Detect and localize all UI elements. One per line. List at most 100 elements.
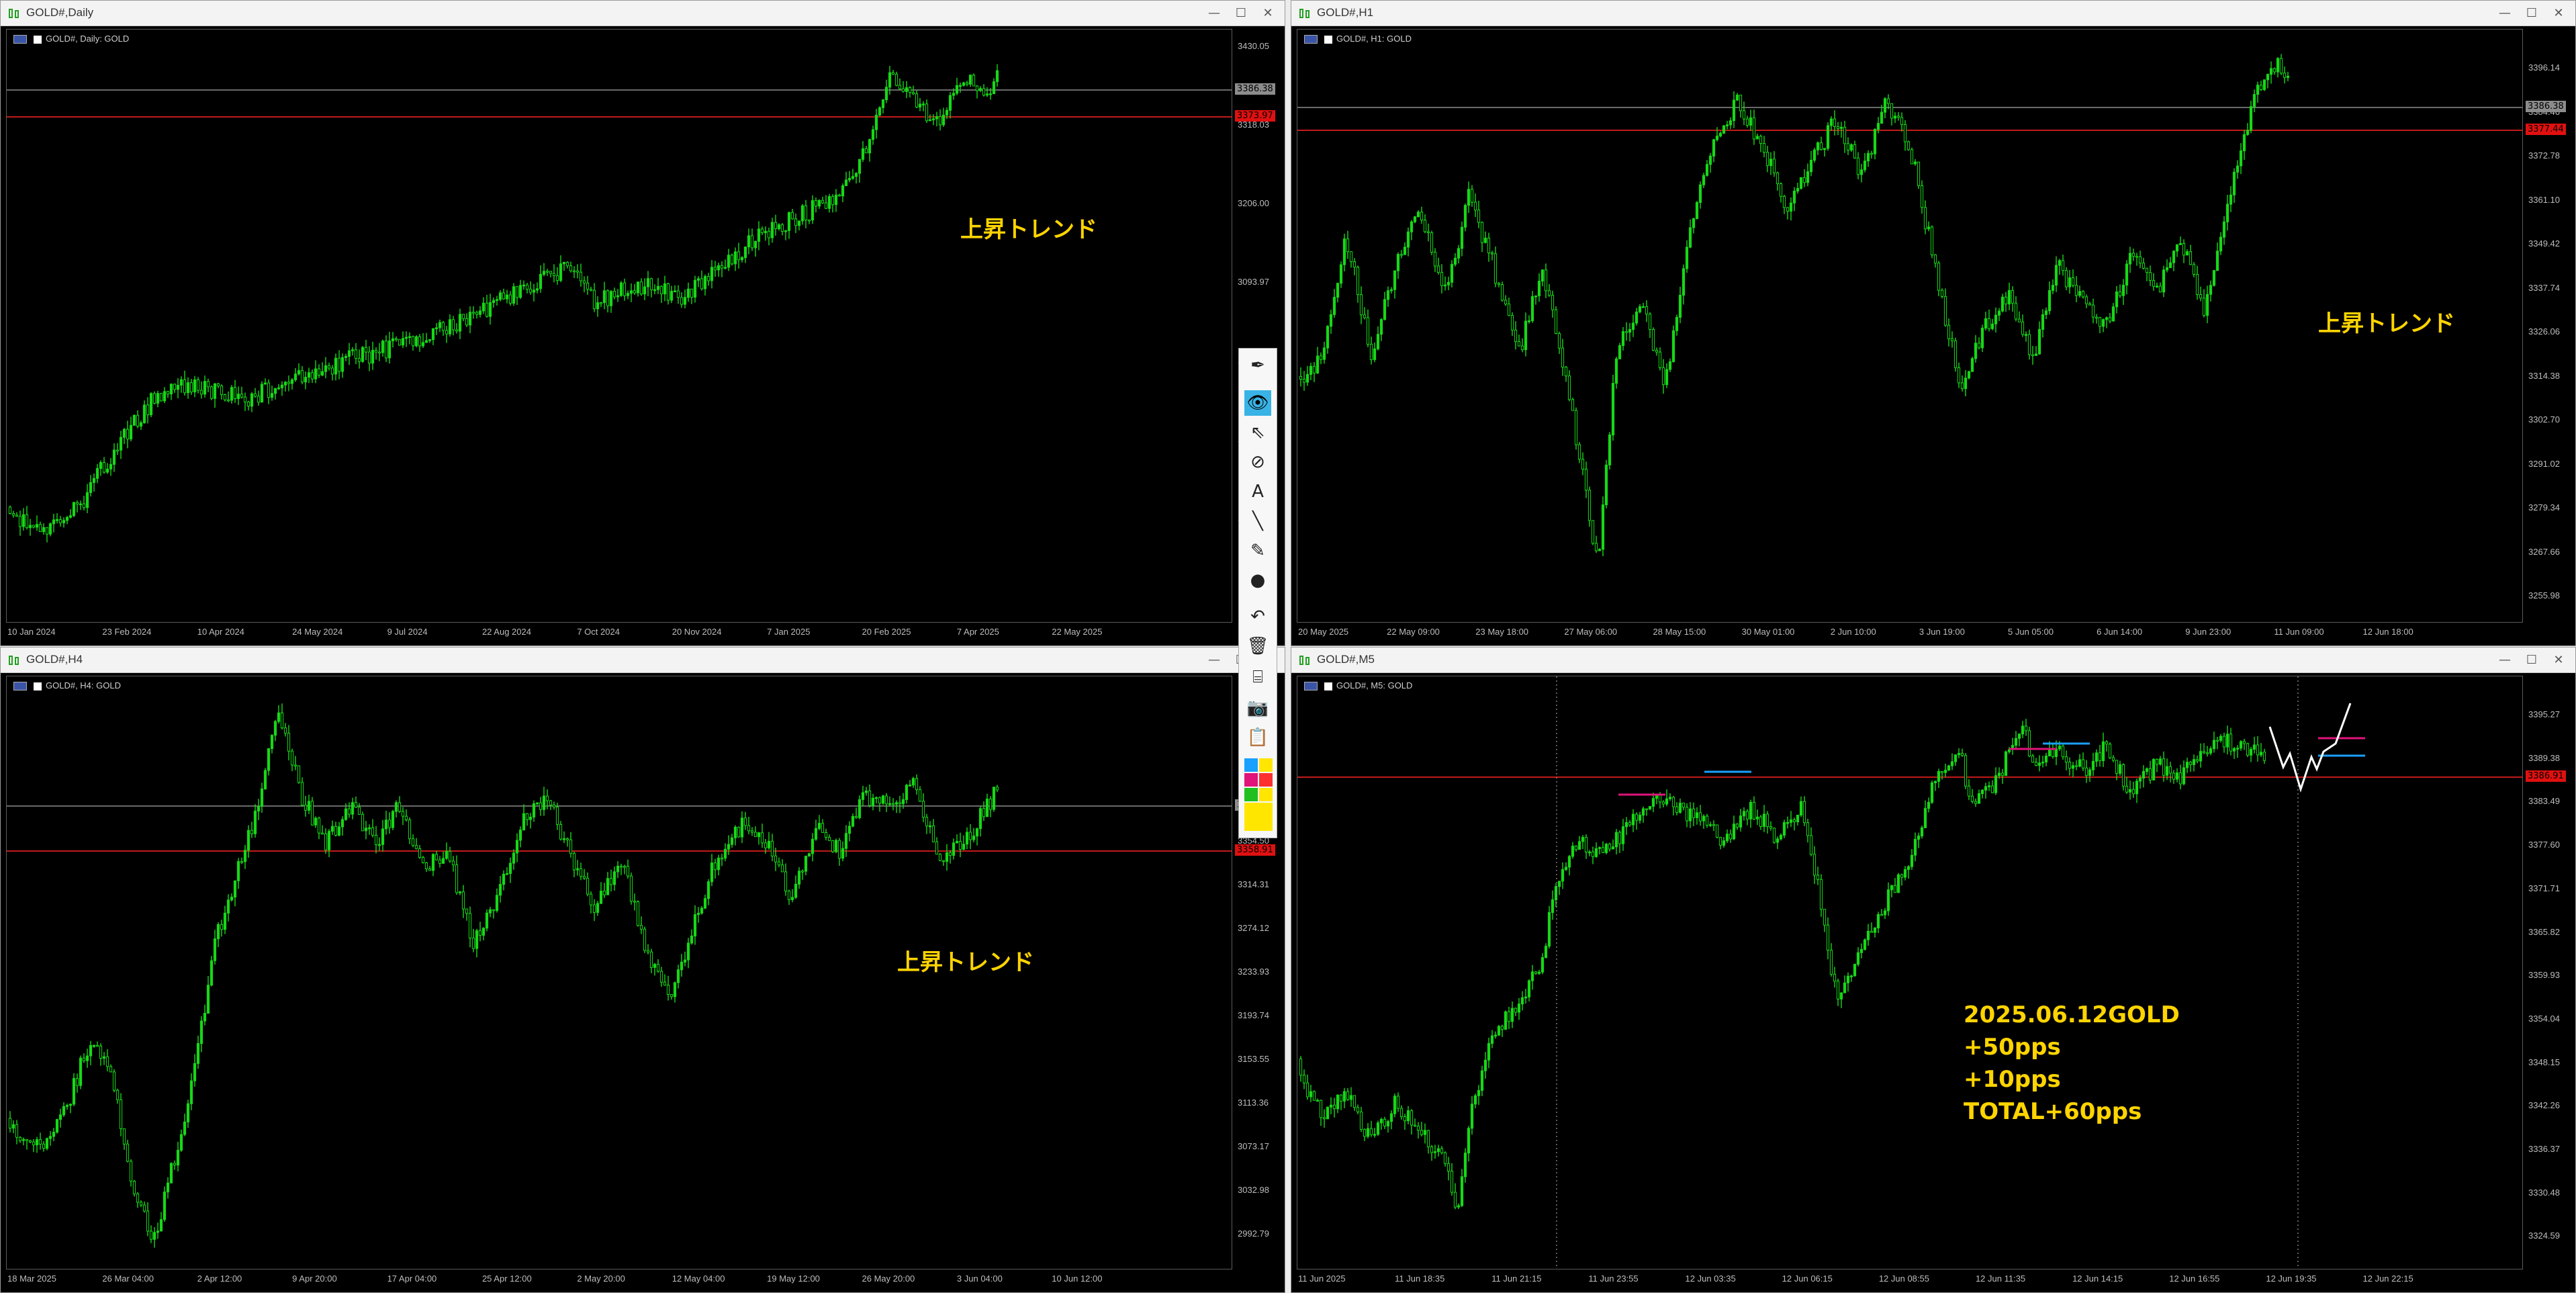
- candle-body: [931, 825, 935, 842]
- candle-body: [48, 1136, 52, 1139]
- candle-body: [55, 519, 59, 521]
- candle-body: [1718, 837, 1722, 846]
- candle-body: [109, 1066, 113, 1073]
- candle-body: [915, 778, 919, 791]
- candle-body: [2145, 267, 2149, 273]
- candle-body: [2044, 310, 2048, 315]
- color-swatch[interactable]: [1259, 758, 1273, 772]
- color-swatch[interactable]: [1244, 788, 1258, 801]
- candle-body: [1322, 347, 1326, 360]
- candle-body: [384, 819, 388, 830]
- arrow-icon[interactable]: ⇖: [1244, 420, 1271, 445]
- screenshot-icon[interactable]: 📷: [1244, 695, 1271, 721]
- color-swatch[interactable]: [1244, 773, 1258, 787]
- candle-body: [623, 282, 627, 296]
- candle-body: [2084, 767, 2088, 776]
- color-swatch[interactable]: [1259, 773, 1273, 787]
- window-titlebar[interactable]: GOLD#,M5 — ☐ ✕: [1291, 648, 2575, 673]
- candle-body: [2074, 765, 2078, 767]
- candle-body: [2024, 334, 2028, 336]
- candle-body: [2088, 769, 2092, 776]
- candle-body: [186, 1103, 190, 1122]
- price-chart[interactable]: GOLD#, Daily: GOLD 上昇トレンド: [6, 29, 1232, 623]
- candle-body: [21, 1139, 26, 1141]
- minimize-button[interactable]: —: [1204, 652, 1224, 669]
- candle-body: [888, 72, 892, 88]
- candle-body: [136, 414, 140, 427]
- maximize-button[interactable]: ☐: [1231, 5, 1251, 22]
- minimize-button[interactable]: —: [2495, 5, 2515, 22]
- price-chart[interactable]: GOLD#, M5: GOLD 2025.06.12GOLD +50pps +1…: [1297, 676, 2523, 1269]
- window-titlebar[interactable]: GOLD#,Daily — ☐ ✕: [1, 1, 1285, 26]
- candle-body: [1759, 136, 1763, 144]
- close-button[interactable]: ✕: [2548, 652, 2569, 669]
- candle-body: [1722, 840, 1726, 846]
- candle-body: [1551, 295, 1555, 310]
- candle-body: [888, 803, 892, 805]
- ruler-icon[interactable]: ✎: [1244, 538, 1271, 564]
- price-chart[interactable]: GOLD#, H1: GOLD 上昇トレンド: [1297, 29, 2523, 623]
- line-icon[interactable]: ╲: [1244, 508, 1271, 534]
- dot-icon[interactable]: ●: [1244, 568, 1271, 593]
- candle-body: [1410, 221, 1414, 232]
- minimize-button[interactable]: —: [2495, 652, 2515, 669]
- candle-body: [690, 288, 694, 298]
- candle-body: [1520, 997, 1524, 1005]
- clipboard-icon[interactable]: 📋: [1244, 725, 1271, 750]
- minimize-button[interactable]: —: [1204, 5, 1224, 22]
- candle-body: [1500, 284, 1504, 301]
- candle-body: [458, 891, 462, 893]
- candle-body: [539, 802, 543, 810]
- clear-icon[interactable]: ⌸: [1244, 664, 1271, 690]
- candle-body: [498, 292, 502, 300]
- current-color-swatch[interactable]: [1244, 803, 1273, 831]
- price-chart[interactable]: GOLD#, H4: GOLD 上昇トレンド: [6, 676, 1232, 1269]
- candle-body: [992, 787, 996, 810]
- candle-body: [1366, 1128, 1370, 1137]
- candle-body: [1806, 822, 1810, 836]
- color-swatch[interactable]: [1244, 758, 1258, 772]
- chart-window-m5[interactable]: GOLD#,M5 — ☐ ✕ GOLD#, M5: GOLD 2025.06.1…: [1291, 647, 2576, 1293]
- candle-body: [905, 785, 909, 800]
- eraser-icon[interactable]: ⊘: [1244, 449, 1271, 475]
- candle-body: [337, 357, 341, 372]
- window-titlebar[interactable]: GOLD#,H1 — ☐ ✕: [1291, 1, 2575, 26]
- candle-body: [1836, 126, 1840, 129]
- candle-body: [159, 393, 163, 402]
- time-tick-label: 20 May 2025: [1298, 627, 1349, 637]
- trash-icon[interactable]: 🗑: [1244, 633, 1271, 659]
- candle-body: [790, 212, 794, 220]
- candle-body: [351, 802, 355, 815]
- window-titlebar[interactable]: GOLD#,H4 — ☐ ✕: [1, 648, 1285, 673]
- candle-body: [1614, 832, 1618, 848]
- candle-body: [1319, 355, 1323, 360]
- candle-body: [515, 286, 519, 298]
- candle-body: [2205, 294, 2209, 316]
- candle-body: [693, 279, 697, 298]
- maximize-button[interactable]: ☐: [2522, 5, 2542, 22]
- close-button[interactable]: ✕: [1258, 5, 1278, 22]
- chart-window-h1[interactable]: GOLD#,H1 — ☐ ✕ GOLD#, H1: GOLD 上昇トレンド 33…: [1291, 0, 2576, 646]
- candle-body: [1776, 172, 1780, 184]
- eye-icon[interactable]: 👁: [1244, 390, 1271, 416]
- candle-body: [982, 88, 986, 96]
- pen-icon[interactable]: ✒: [1244, 353, 1271, 378]
- candle-body: [1621, 826, 1625, 844]
- color-swatch[interactable]: [1259, 788, 1273, 801]
- candle-body: [1346, 1091, 1350, 1100]
- indicator-icon: [34, 35, 42, 44]
- chart-window-daily[interactable]: GOLD#,Daily — ☐ ✕ GOLD#, Daily: GOLD 上昇ト…: [0, 0, 1285, 646]
- price-tick-label: 3314.31: [1238, 879, 1269, 889]
- candle-body: [1567, 856, 1571, 868]
- candle-body: [183, 379, 187, 394]
- candle-body: [988, 93, 993, 95]
- time-tick-label: 11 Jun 23:55: [1588, 1274, 1639, 1284]
- candle-body: [478, 930, 482, 936]
- candle-body: [1715, 136, 1719, 140]
- chart-window-h4[interactable]: GOLD#,H4 — ☐ ✕ GOLD#, H4: GOLD 上昇トレンド 33…: [0, 647, 1285, 1293]
- close-button[interactable]: ✕: [2548, 5, 2569, 22]
- maximize-button[interactable]: ☐: [2522, 652, 2542, 669]
- undo-icon[interactable]: ↶: [1244, 604, 1271, 629]
- flag-icon: [13, 682, 27, 691]
- text-icon[interactable]: A: [1244, 479, 1271, 504]
